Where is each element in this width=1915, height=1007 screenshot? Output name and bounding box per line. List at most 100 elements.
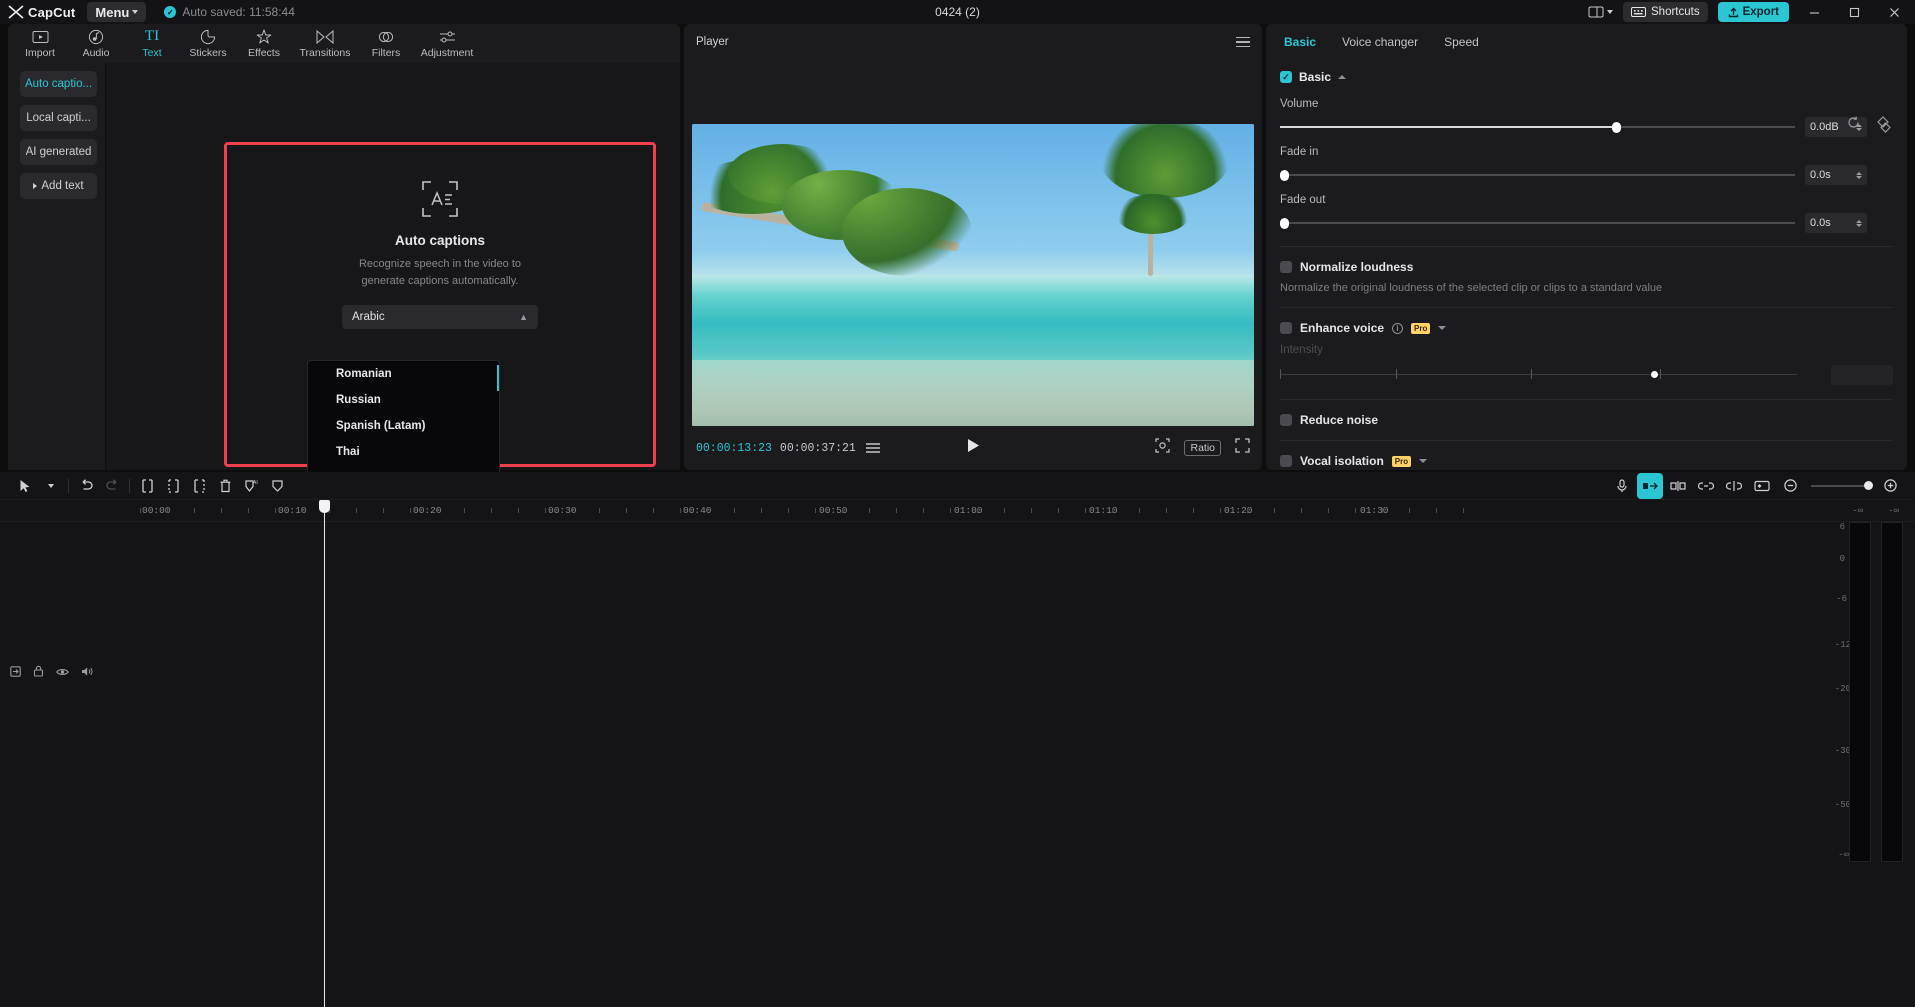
crop-icon — [1155, 438, 1170, 453]
tab-filters[interactable]: Filters — [358, 24, 414, 63]
play-button[interactable] — [966, 438, 980, 458]
video-preview[interactable] — [692, 124, 1254, 426]
tab-transitions[interactable]: Transitions — [292, 24, 358, 63]
enhance-voice-row[interactable]: Enhance voice i Pro — [1280, 321, 1893, 335]
minimize-button[interactable] — [1799, 0, 1829, 24]
sidebar-item-auto-captions[interactable]: Auto captio... — [20, 71, 97, 97]
trim-left-button[interactable] — [160, 473, 186, 499]
stickers-icon — [200, 29, 216, 45]
sidebar-item-add-text[interactable]: Add text — [20, 173, 97, 199]
fade-in-slider[interactable] — [1280, 169, 1795, 181]
keyframe-toggle-button[interactable] — [1875, 116, 1891, 128]
tab-adjustment[interactable]: Adjustment — [414, 24, 480, 63]
fullscreen-button[interactable] — [1235, 438, 1250, 458]
expand-icon[interactable] — [10, 664, 21, 682]
tool-dropdown-button[interactable] — [38, 473, 64, 499]
basic-section-header[interactable]: ✓ Basic — [1280, 70, 1893, 84]
language-option-romanian[interactable]: Romanian — [308, 361, 499, 387]
keyframe-panel-button[interactable] — [1749, 473, 1775, 499]
ratio-button[interactable]: Ratio — [1184, 440, 1221, 456]
hamburger-icon[interactable] — [1236, 37, 1250, 48]
tab-stickers[interactable]: Stickers — [180, 24, 236, 63]
slider-knob[interactable] — [1280, 170, 1289, 181]
ruler-mark: 01:20 — [1224, 505, 1253, 516]
stepper-icon[interactable] — [1856, 172, 1862, 179]
timeline-ruler[interactable]: 00:00 00:10 00:20 00:30 00:40 00:50 01:0… — [0, 500, 1915, 522]
player-title: Player — [696, 36, 729, 48]
undo-button[interactable] — [73, 473, 99, 499]
slider-knob[interactable] — [1651, 371, 1658, 378]
fade-out-slider[interactable] — [1280, 217, 1795, 229]
language-option-russian[interactable]: Russian — [308, 387, 499, 413]
normalize-checkbox[interactable] — [1280, 261, 1292, 273]
info-icon[interactable]: i — [1392, 323, 1403, 334]
vocal-isolation-checkbox[interactable] — [1280, 455, 1292, 467]
close-button[interactable] — [1879, 0, 1909, 24]
vocal-isolation-row[interactable]: Vocal isolation Pro — [1280, 454, 1893, 468]
maximize-button[interactable] — [1839, 0, 1869, 24]
ai-crop-button[interactable]: AI — [238, 473, 264, 499]
mask-button[interactable] — [264, 473, 290, 499]
fade-in-label: Fade in — [1280, 146, 1893, 158]
tab-effects[interactable]: Effects — [236, 24, 292, 63]
playhead[interactable] — [324, 500, 325, 1007]
link-button[interactable] — [1693, 473, 1719, 499]
menu-button[interactable]: Menu — [87, 2, 146, 22]
zoom-in-button[interactable] — [1877, 473, 1903, 499]
basic-checkbox[interactable]: ✓ — [1280, 71, 1292, 83]
tab-audio[interactable]: Audio — [68, 24, 124, 63]
slider-knob[interactable] — [1280, 218, 1289, 229]
tab-speed[interactable]: Speed — [1444, 35, 1479, 49]
ruler-tick — [923, 508, 924, 513]
mirror-button[interactable] — [1665, 473, 1691, 499]
volume-icon[interactable] — [81, 664, 94, 682]
record-button[interactable] — [1609, 473, 1635, 499]
reduce-noise-checkbox[interactable] — [1280, 414, 1292, 426]
chevron-up-icon[interactable] — [1338, 75, 1346, 79]
fade-out-value-box[interactable]: 0.0s — [1805, 213, 1867, 233]
lock-icon[interactable] — [33, 664, 44, 682]
fade-in-value-box[interactable]: 0.0s — [1805, 165, 1867, 185]
zoom-slider-knob[interactable] — [1864, 481, 1873, 490]
split-button[interactable] — [134, 473, 160, 499]
reset-button[interactable] — [1845, 116, 1861, 129]
shortcuts-button[interactable]: Shortcuts — [1623, 2, 1708, 22]
grid-icon[interactable] — [866, 443, 880, 453]
language-select[interactable]: Arabic ▲ — [342, 305, 538, 329]
enhance-voice-checkbox[interactable] — [1280, 322, 1292, 334]
zoom-out-button[interactable] — [1777, 473, 1803, 499]
tab-text[interactable]: TI Text — [124, 24, 180, 63]
reduce-noise-row[interactable]: Reduce noise — [1280, 413, 1893, 427]
playhead-handle[interactable] — [319, 500, 330, 513]
close-icon — [1889, 7, 1900, 18]
intensity-slider[interactable] — [1280, 368, 1893, 382]
delete-button[interactable] — [212, 473, 238, 499]
tab-import[interactable]: Import — [12, 24, 68, 63]
select-tool-button[interactable] — [12, 473, 38, 499]
trim-right-button[interactable] — [186, 473, 212, 499]
ruler-tick — [1193, 508, 1194, 513]
sidebar-item-ai-generated[interactable]: AI generated — [20, 139, 97, 165]
layout-button[interactable] — [1588, 6, 1613, 18]
export-button[interactable]: Export — [1718, 2, 1789, 22]
volume-slider[interactable] — [1280, 121, 1795, 133]
unlink-button[interactable] — [1721, 473, 1747, 499]
sidebar-item-local-captions[interactable]: Local capti... — [20, 105, 97, 131]
chevron-down-icon[interactable] — [1419, 459, 1427, 463]
tab-basic[interactable]: Basic — [1284, 35, 1316, 49]
slider-knob[interactable] — [1612, 122, 1621, 133]
chevron-down-icon[interactable] — [1438, 326, 1446, 330]
crop-button[interactable] — [1155, 438, 1170, 458]
language-option-spanish-latam[interactable]: Spanish (Latam) — [308, 413, 499, 439]
auto-fit-button[interactable] — [1637, 473, 1663, 499]
tab-voice-changer[interactable]: Voice changer — [1342, 35, 1418, 49]
eye-icon[interactable] — [56, 664, 69, 682]
redo-button[interactable] — [99, 473, 125, 499]
intensity-value-box[interactable] — [1831, 365, 1893, 385]
ruler-tick — [356, 508, 357, 513]
stepper-icon[interactable] — [1856, 220, 1862, 227]
zoom-slider[interactable] — [1811, 485, 1869, 487]
normalize-loudness-row[interactable]: Normalize loudness — [1280, 260, 1893, 274]
language-option-thai[interactable]: Thai — [308, 439, 499, 465]
normalize-description: Normalize the original loudness of the s… — [1280, 282, 1893, 294]
